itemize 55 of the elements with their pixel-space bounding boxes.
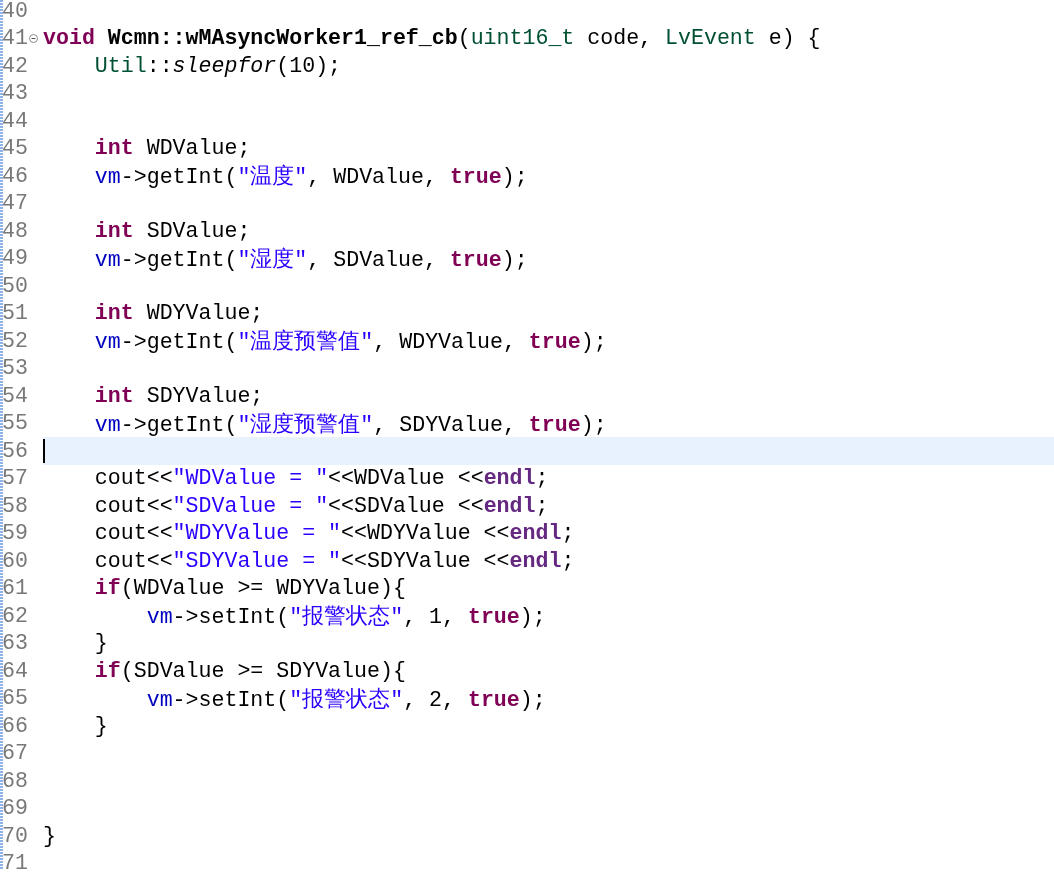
line-number: 50 (1, 275, 28, 296)
code-line: if(WDValue >= WDYValue){ (93, 576, 406, 601)
line-number: 45 (1, 138, 28, 159)
code-line: cout<<"WDValue = "<<WDValue <<endl; (93, 466, 549, 491)
code-line: cout<<"SDYValue = "<<SDYValue <<endl; (93, 548, 575, 573)
line-number: 61 (1, 578, 28, 599)
code-line: int SDValue; (93, 218, 251, 243)
line-number: 48 (1, 220, 28, 241)
code-line: vm->setInt("报警状态", 2, true); (145, 686, 546, 713)
line-number: 42 (1, 55, 28, 76)
line-number: 53 (1, 358, 28, 379)
line-number: 69 (1, 798, 28, 819)
line-number: 62 (1, 605, 28, 626)
line-number: 63 (1, 633, 28, 654)
line-number: 47 (1, 193, 28, 214)
code-line: vm->getInt("湿度", SDValue, true); (93, 246, 528, 273)
code-line: vm->setInt("报警状态", 1, true); (145, 603, 546, 631)
code-line: void Wcmn::wMAsyncWorker1_ref_cb(uint16_t code, LvEvent e) { (43, 26, 821, 51)
code-line: } (93, 713, 108, 738)
line-number: 71 (1, 853, 28, 874)
line-number: 44 (1, 110, 28, 131)
line-number: 70 (1, 825, 28, 846)
line-number: 60 (1, 550, 28, 571)
line-number: 40 (1, 0, 28, 21)
line-number: 43 (1, 83, 28, 104)
line-number: 64 (1, 660, 28, 681)
line-number: 51 (1, 303, 28, 324)
line-number: 67 (1, 743, 28, 764)
line-number: 41 (1, 28, 28, 49)
code-line: cout<<"WDYValue = "<<WDYValue <<endl; (93, 521, 575, 546)
line-number: 55 (1, 413, 28, 434)
line-number: 68 (1, 770, 28, 791)
line-number: 65 (1, 688, 28, 709)
line-number: 46 (1, 165, 28, 186)
line-number: 56 (1, 440, 28, 461)
code-line: } (93, 631, 108, 656)
line-number: 54 (1, 385, 28, 406)
code-line: int WDYValue; (93, 301, 264, 326)
code-line: int WDValue; (93, 136, 251, 161)
code-line: Util::sleepfor(10); (93, 53, 342, 78)
code-line: } (43, 823, 56, 848)
code-line: vm->getInt("湿度预警值", SDYValue, true); (93, 411, 607, 438)
line-number: 52 (1, 330, 28, 351)
text-cursor (43, 438, 45, 463)
collapse-icon[interactable] (28, 33, 38, 43)
line-number: 58 (1, 495, 28, 516)
line-number: 59 (1, 523, 28, 544)
line-number: 66 (1, 715, 28, 736)
code-line: cout<<"SDValue = "<<SDValue <<endl; (93, 493, 549, 518)
code-line: vm->getInt("温度预警值", WDYValue, true); (93, 328, 607, 356)
code-line: if(SDValue >= SDYValue){ (93, 658, 406, 683)
line-number: 57 (1, 468, 28, 489)
line-number: 49 (1, 248, 28, 269)
code-line: vm->getInt("温度", WDValue, true); (93, 163, 528, 191)
code-line: int SDYValue; (93, 383, 264, 408)
